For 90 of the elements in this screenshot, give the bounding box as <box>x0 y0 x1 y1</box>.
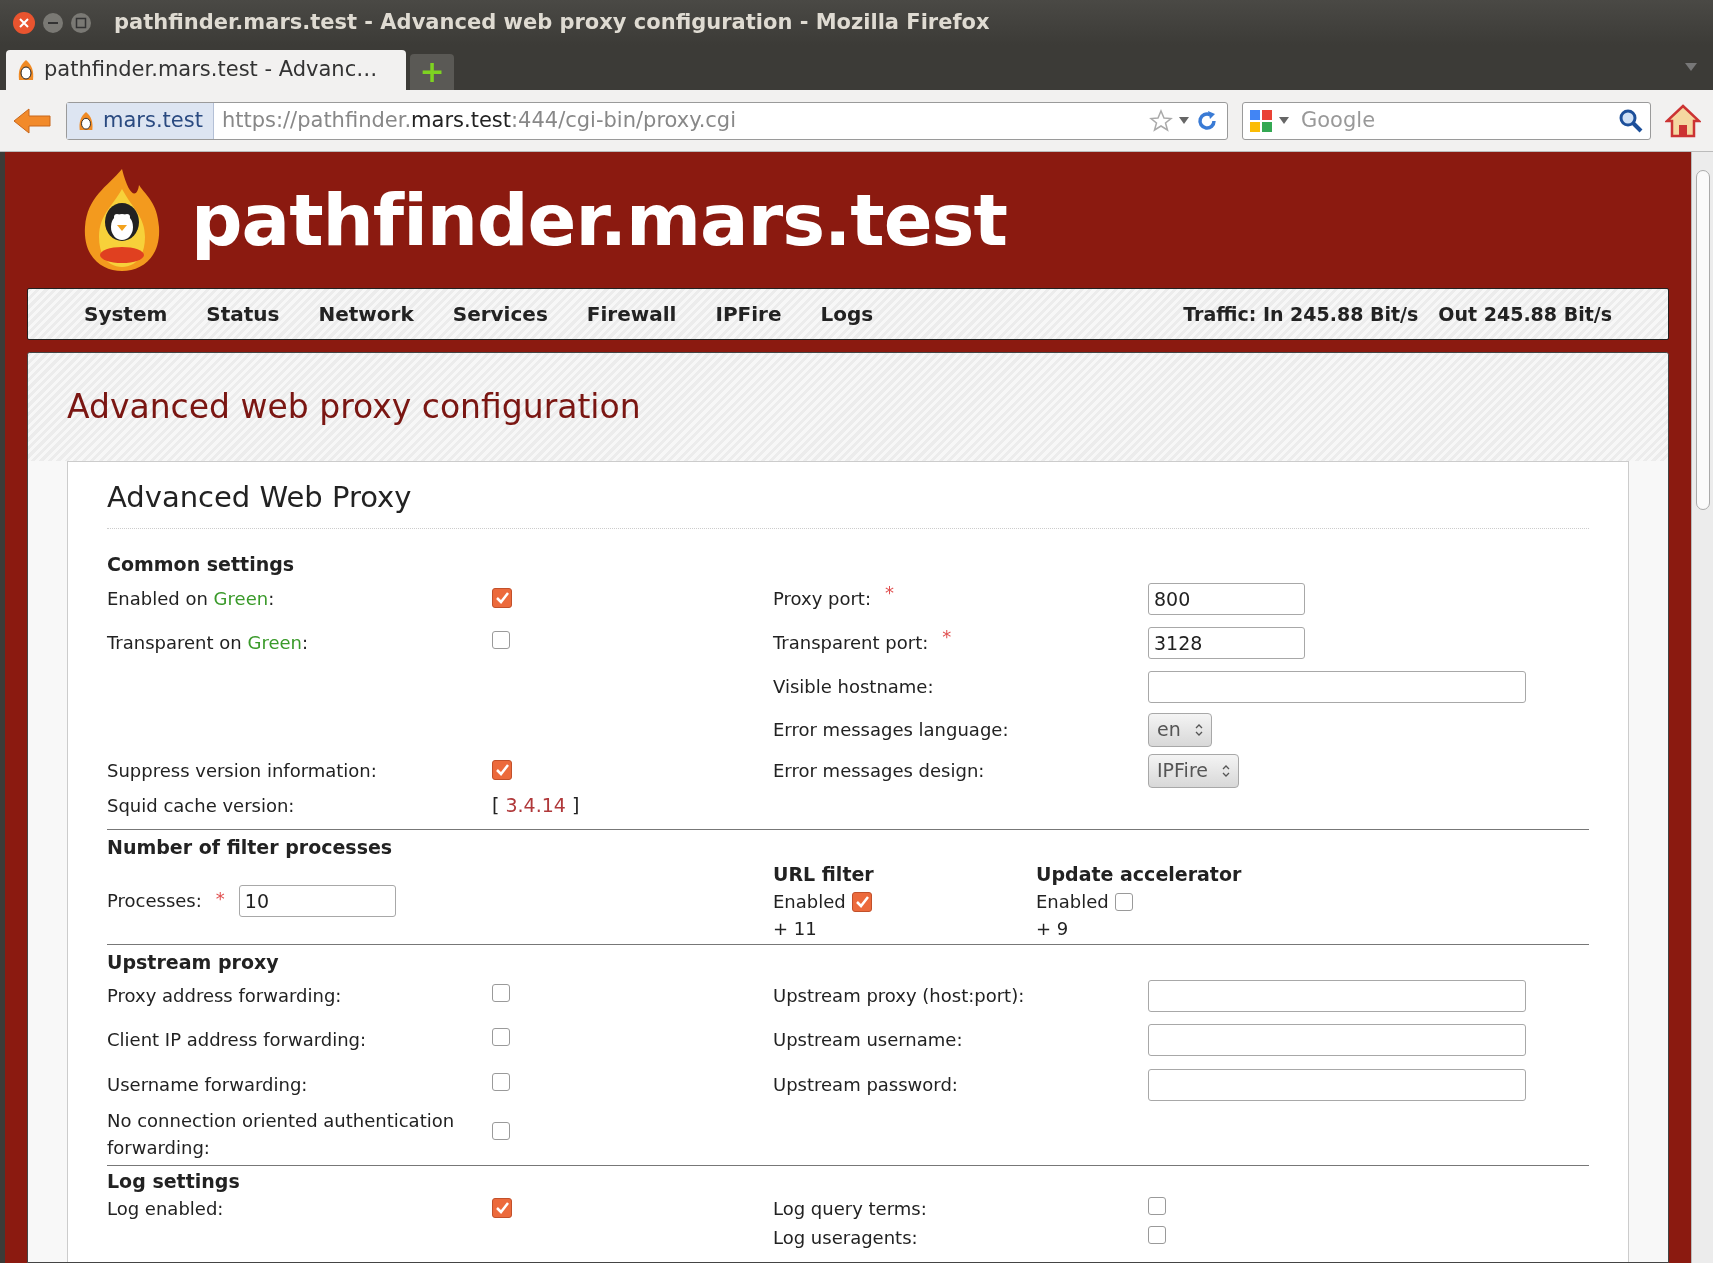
required-mark: * <box>215 886 225 911</box>
checkbox[interactable] <box>492 1073 510 1091</box>
menu-item[interactable]: System <box>84 299 168 329</box>
required-mark: * <box>942 629 952 645</box>
field-label: Log useragents: <box>773 1226 918 1250</box>
field-label: Transparent on Green: <box>107 632 309 653</box>
input-field[interactable] <box>1148 670 1526 703</box>
field-label: Visible hostname: <box>773 675 934 699</box>
box-title: Advanced Web Proxy <box>107 476 1589 529</box>
required-mark: * <box>885 585 894 601</box>
menu-item[interactable]: Firewall <box>586 299 677 329</box>
checkbox[interactable] <box>492 1198 512 1218</box>
section-heading: Common settings <box>107 551 296 577</box>
count-text: + 9 <box>1036 917 1070 941</box>
field-label: Log enabled: <box>107 1198 224 1219</box>
traffic-in-text: Traffic: In 245.88 Bit/s <box>1183 301 1419 327</box>
new-tab-button[interactable]: + <box>410 54 454 90</box>
back-arrow-icon[interactable] <box>12 105 52 136</box>
module-title: URL filter <box>773 861 875 887</box>
minimize-icon[interactable] <box>42 11 64 34</box>
field-label: Transparent port: <box>773 631 929 655</box>
checkbox[interactable] <box>492 631 510 649</box>
checkbox[interactable] <box>492 1122 510 1140</box>
field-label: Squid cache version: <box>107 795 295 816</box>
field-label: Enabled on Green: <box>107 588 275 609</box>
search-icon[interactable] <box>1618 107 1644 134</box>
section-heading: Upstream proxy <box>107 949 280 975</box>
search-placeholder: Google <box>1301 106 1376 134</box>
checkbox[interactable] <box>492 588 512 608</box>
select-dropdown[interactable]: IPFire <box>1148 753 1239 788</box>
field-label: Suppress version information: <box>107 760 377 781</box>
input-field[interactable]: 800 <box>1148 582 1305 615</box>
version-text: [ 3.4.14 ] <box>492 794 580 817</box>
select-dropdown[interactable]: en <box>1148 712 1212 747</box>
dropdown-arrow-icon[interactable] <box>1179 117 1189 124</box>
input-field[interactable] <box>1148 1023 1526 1056</box>
field-label: No connection oriented authentication forwarding: <box>107 1109 455 1158</box>
field-label: Log query terms: <box>773 1197 927 1221</box>
input-field[interactable] <box>1148 1068 1526 1101</box>
field-label: Upstream username: <box>773 1028 963 1052</box>
field-label: Processes: <box>107 889 202 914</box>
address-bar[interactable]: mars.test https://pathfinder.mars.test:444/cgi-bin/proxy.cgi <box>66 101 1228 140</box>
checkbox[interactable] <box>1148 1197 1166 1215</box>
close-icon[interactable] <box>12 10 36 35</box>
input-field[interactable] <box>1148 979 1526 1012</box>
site-identity-button[interactable]: mars.test <box>67 102 214 139</box>
maximize-icon[interactable] <box>70 11 92 34</box>
section-heading: Number of filter processes <box>107 834 394 860</box>
spinner-icon <box>1194 722 1203 737</box>
dropdown-arrow-icon[interactable] <box>1279 117 1289 124</box>
star-icon[interactable] <box>1149 108 1173 133</box>
traffic-out-text: Out 245.88 Bit/s <box>1438 301 1612 327</box>
field-label: Proxy port: <box>773 587 871 611</box>
checkbox[interactable] <box>1114 892 1133 911</box>
dropdown-arrow-icon[interactable] <box>1685 63 1697 71</box>
scrollbar-thumb[interactable] <box>1695 170 1710 510</box>
browser-tab[interactable]: pathfinder.mars.test - Advanc… <box>6 50 406 90</box>
field-label: Upstream password: <box>773 1073 958 1097</box>
field-label: Error messages design: <box>773 759 985 783</box>
field-label: Enabled <box>1036 890 1109 914</box>
field-label: Upstream proxy (host:port): <box>773 984 1025 1008</box>
input-field[interactable]: 10 <box>238 884 396 917</box>
section-heading: Log settings <box>107 1168 241 1194</box>
checkbox[interactable] <box>492 984 510 1002</box>
checkbox[interactable] <box>1148 1226 1166 1244</box>
module-title: Update accelerator <box>1036 861 1243 887</box>
field-label: Username forwarding: <box>107 1074 308 1095</box>
page-title: Advanced web proxy configuration <box>67 386 641 429</box>
url-text: https://pathfinder.mars.test:444/cgi-bin/proxy.cgi <box>221 106 737 134</box>
menu-item[interactable]: Status <box>206 299 280 329</box>
menu-item[interactable]: Logs <box>820 299 874 329</box>
site-title: pathfinder.mars.test <box>191 177 1007 264</box>
checkbox[interactable] <box>492 760 512 780</box>
menu-item[interactable]: Services <box>452 299 548 329</box>
google-logo-icon <box>1249 108 1273 133</box>
reload-icon[interactable] <box>1195 108 1219 133</box>
menu-item[interactable]: Network <box>318 299 414 329</box>
field-label: Client IP address forwarding: <box>107 1029 367 1050</box>
field-label: Error messages language: <box>773 718 1009 742</box>
field-label: Proxy address forwarding: <box>107 985 342 1006</box>
checkbox[interactable] <box>851 891 872 912</box>
spinner-icon <box>1222 763 1230 778</box>
field-label: Enabled <box>773 890 846 914</box>
menu-item[interactable]: IPFire <box>715 299 782 329</box>
tab-title: pathfinder.mars.test - Advanc… <box>44 56 378 84</box>
window-title: pathfinder.mars.test - Advanced web proxy configuration - Mozilla Firefox <box>114 8 990 36</box>
home-icon[interactable] <box>1665 103 1701 138</box>
count-text: + 11 <box>773 917 818 941</box>
input-field[interactable]: 3128 <box>1148 626 1305 659</box>
checkbox[interactable] <box>492 1028 510 1046</box>
